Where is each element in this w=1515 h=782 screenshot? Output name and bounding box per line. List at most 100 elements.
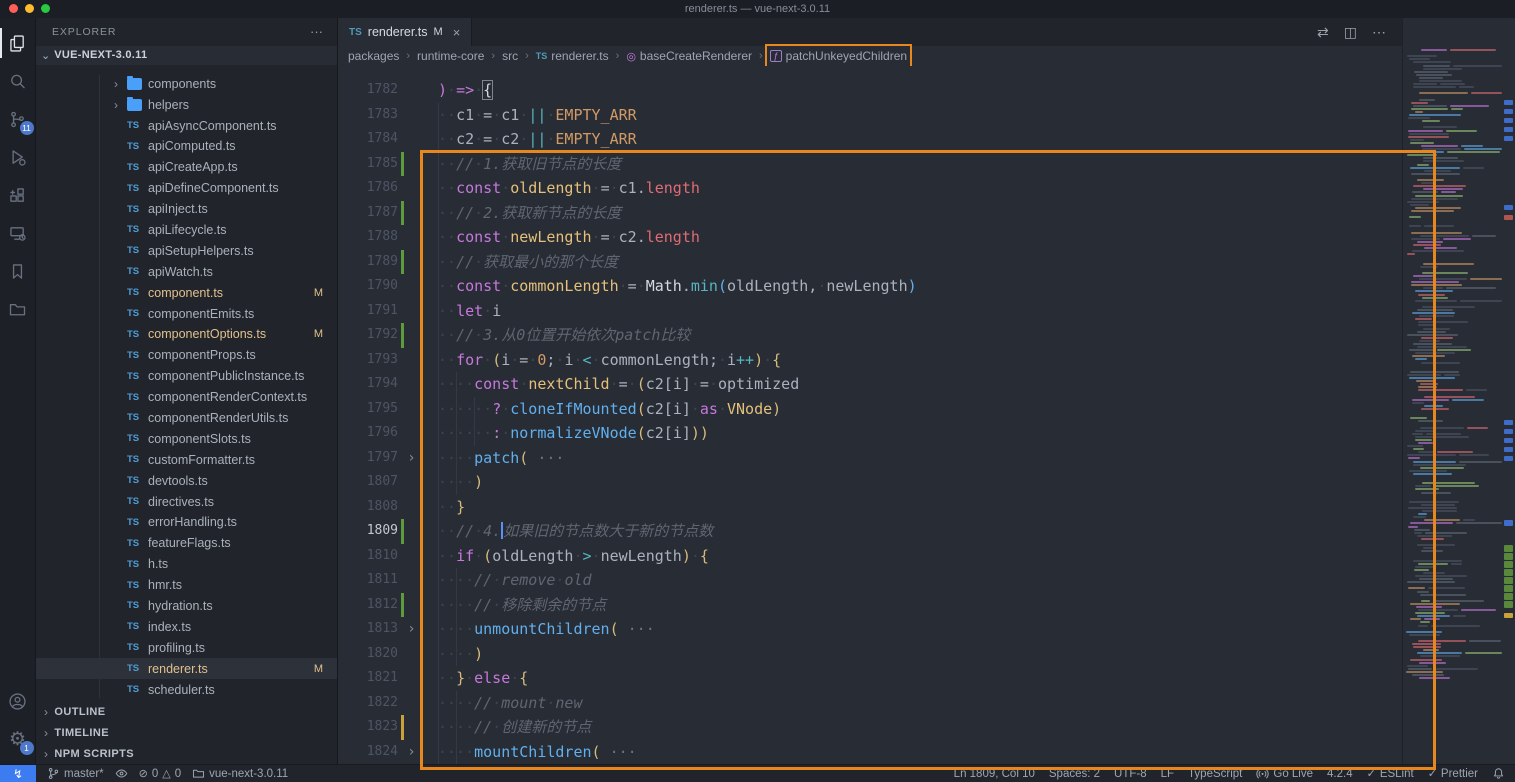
activity-settings[interactable]: ⚙1 bbox=[0, 720, 36, 758]
status-encoding[interactable]: UTF-8 bbox=[1114, 768, 1147, 780]
tree-item-componentProps.ts[interactable]: TScomponentProps.ts bbox=[36, 345, 337, 366]
tree-item-componentSlots.ts[interactable]: TScomponentSlots.ts bbox=[36, 428, 337, 449]
close-window-button[interactable] bbox=[9, 4, 18, 13]
tab-close-icon[interactable]: × bbox=[453, 25, 461, 40]
breadcrumb-runtime-core[interactable]: runtime-core bbox=[417, 49, 484, 63]
tree-item-errorHandling.ts[interactable]: TSerrorHandling.ts bbox=[36, 512, 337, 533]
tree-item-apiInject.ts[interactable]: TSapiInject.ts bbox=[36, 199, 337, 220]
tree-item-index.ts[interactable]: TSindex.ts bbox=[36, 616, 337, 637]
fold-collapsed-icon[interactable]: › bbox=[404, 740, 419, 765]
activity-run-debug[interactable] bbox=[0, 138, 36, 176]
code-line-1807[interactable]: 1807····) bbox=[338, 470, 1402, 495]
activity-search[interactable] bbox=[0, 62, 36, 100]
breadcrumb-renderer.ts[interactable]: TSrenderer.ts bbox=[536, 49, 609, 63]
code-line-1794[interactable]: 1794····const·nextChild·=·(c2[i]·=·optim… bbox=[338, 372, 1402, 397]
tree-item-components[interactable]: ›components bbox=[36, 73, 337, 94]
status-version[interactable]: 4.2.4 bbox=[1327, 768, 1353, 780]
tree-item-apiLifecycle.ts[interactable]: TSapiLifecycle.ts bbox=[36, 220, 337, 241]
breadcrumb-src[interactable]: src bbox=[502, 49, 518, 63]
code-line-1810[interactable]: 1810··if·(oldLength·>·newLength)·{ bbox=[338, 544, 1402, 569]
tree-item-componentPublicInstance.ts[interactable]: TScomponentPublicInstance.ts bbox=[36, 366, 337, 387]
status-notifications[interactable] bbox=[1492, 767, 1505, 780]
code-editor[interactable]: 1782)·=>·{1783··c1·=·c1·||·EMPTY_ARR1784… bbox=[338, 66, 1402, 764]
status-indentation[interactable]: Spaces: 2 bbox=[1049, 768, 1100, 780]
explorer-more-actions-icon[interactable]: ··· bbox=[310, 24, 323, 39]
code-line-1821[interactable]: 1821··}·else·{ bbox=[338, 666, 1402, 691]
status-prettier[interactable]: ✓Prettier bbox=[1428, 767, 1478, 780]
code-line-1785[interactable]: 1785··//·1.获取旧节点的长度 bbox=[338, 152, 1402, 177]
activity-project-manager[interactable] bbox=[0, 290, 36, 328]
code-line-1808[interactable]: 1808··} bbox=[338, 495, 1402, 520]
code-line-1791[interactable]: 1791··let·i bbox=[338, 299, 1402, 324]
tree-item-component.ts[interactable]: TScomponent.tsM bbox=[36, 282, 337, 303]
tree-item-componentRenderUtils.ts[interactable]: TScomponentRenderUtils.ts bbox=[36, 408, 337, 429]
status-eol[interactable]: LF bbox=[1161, 768, 1174, 780]
split-editor-icon[interactable]: ◫ bbox=[1344, 24, 1357, 41]
fold-collapsed-icon[interactable]: › bbox=[404, 617, 419, 642]
activity-remote-explorer[interactable] bbox=[0, 214, 36, 252]
code-line-1788[interactable]: 1788··const·newLength·=·c2.length bbox=[338, 225, 1402, 250]
code-line-1783[interactable]: 1783··c1·=·c1·||·EMPTY_ARR bbox=[338, 103, 1402, 128]
status-language-mode[interactable]: TypeScript bbox=[1188, 768, 1242, 780]
workspace-section-header[interactable]: ⌄ VUE-NEXT-3.0.11 bbox=[36, 46, 337, 66]
code-line-1822[interactable]: 1822····//·mount·new bbox=[338, 691, 1402, 716]
tree-item-h.ts[interactable]: TSh.ts bbox=[36, 554, 337, 575]
status-cursor-position[interactable]: Ln 1809, Col 10 bbox=[954, 768, 1035, 780]
tree-item-hydration.ts[interactable]: TShydration.ts bbox=[36, 596, 337, 617]
panel-npm-scripts[interactable]: ›NPM SCRIPTS bbox=[36, 743, 337, 764]
more-actions-icon[interactable]: ⋯ bbox=[1372, 24, 1386, 41]
minimap[interactable] bbox=[1402, 18, 1502, 764]
panel-timeline[interactable]: ›TIMELINE bbox=[36, 722, 337, 743]
panel-outline[interactable]: ›OUTLINE bbox=[36, 701, 337, 722]
code-line-1811[interactable]: 1811····//·remove·old bbox=[338, 568, 1402, 593]
tree-item-featureFlags.ts[interactable]: TSfeatureFlags.ts bbox=[36, 533, 337, 554]
fold-collapsed-icon[interactable]: › bbox=[404, 446, 419, 471]
activity-bookmarks[interactable] bbox=[0, 252, 36, 290]
tree-item-renderer.ts[interactable]: TSrenderer.tsM bbox=[36, 658, 337, 679]
tree-item-apiComputed.ts[interactable]: TSapiComputed.ts bbox=[36, 136, 337, 157]
code-line-1789[interactable]: 1789··//·获取最小的那个长度 bbox=[338, 250, 1402, 275]
code-line-1813[interactable]: 1813›····unmountChildren( ··· bbox=[338, 617, 1402, 642]
code-line-1784[interactable]: 1784··c2·=·c2·||·EMPTY_ARR bbox=[338, 127, 1402, 152]
code-line-1782[interactable]: 1782)·=>·{ bbox=[338, 78, 1402, 103]
tree-item-apiWatch.ts[interactable]: TSapiWatch.ts bbox=[36, 261, 337, 282]
activity-extensions[interactable] bbox=[0, 176, 36, 214]
overview-ruler[interactable] bbox=[1502, 18, 1515, 764]
code-line-1792[interactable]: 1792··//·3.从0位置开始依次patch比较 bbox=[338, 323, 1402, 348]
breadcrumb-patchUnkeyedChildren[interactable]: ƒpatchUnkeyedChildren bbox=[770, 49, 907, 63]
code-line-1809[interactable]: 1809··//·4.如果旧的节点数大于新的节点数 bbox=[338, 519, 1402, 544]
code-line-1790[interactable]: 1790··const·commonLength·=·Math.min(oldL… bbox=[338, 274, 1402, 299]
code-line-1812[interactable]: 1812····//·移除剩余的节点 bbox=[338, 593, 1402, 618]
tree-item-apiSetupHelpers.ts[interactable]: TSapiSetupHelpers.ts bbox=[36, 240, 337, 261]
code-line-1786[interactable]: 1786··const·oldLength·=·c1.length bbox=[338, 176, 1402, 201]
remote-bolt-icon[interactable]: ↯ bbox=[0, 765, 36, 782]
tree-item-componentRenderContext.ts[interactable]: TScomponentRenderContext.ts bbox=[36, 387, 337, 408]
tree-item-helpers[interactable]: ›helpers bbox=[36, 94, 337, 115]
status-go-live[interactable]: Go Live bbox=[1256, 767, 1313, 780]
tree-item-customFormatter.ts[interactable]: TScustomFormatter.ts bbox=[36, 449, 337, 470]
tree-item-apiDefineComponent.ts[interactable]: TSapiDefineComponent.ts bbox=[36, 178, 337, 199]
tree-item-hmr.ts[interactable]: TShmr.ts bbox=[36, 575, 337, 596]
status-problems[interactable]: ⊘0△0 bbox=[139, 767, 182, 780]
code-line-1796[interactable]: 1796······:·normalizeVNode(c2[i])) bbox=[338, 421, 1402, 446]
tab-renderer-ts[interactable]: TS renderer.ts M × bbox=[338, 18, 472, 46]
open-changes-icon[interactable]: ⇄ bbox=[1317, 24, 1329, 41]
breadcrumb-packages[interactable]: packages bbox=[348, 49, 399, 63]
zoom-window-button[interactable] bbox=[41, 4, 50, 13]
tree-item-componentOptions.ts[interactable]: TScomponentOptions.tsM bbox=[36, 324, 337, 345]
code-line-1820[interactable]: 1820····) bbox=[338, 642, 1402, 667]
tree-item-apiAsyncComponent.ts[interactable]: TSapiAsyncComponent.ts bbox=[36, 115, 337, 136]
code-line-1823[interactable]: 1823····//·创建新的节点 bbox=[338, 715, 1402, 740]
code-line-1795[interactable]: 1795······?·cloneIfMounted(c2[i]·as·VNod… bbox=[338, 397, 1402, 422]
activity-source-control[interactable]: 11 bbox=[0, 100, 36, 138]
code-line-1824[interactable]: 1824›····mountChildren( ··· bbox=[338, 740, 1402, 765]
minimize-window-button[interactable] bbox=[25, 4, 34, 13]
status-git-branch[interactable]: master* bbox=[47, 767, 104, 780]
tree-item-directives.ts[interactable]: TSdirectives.ts bbox=[36, 491, 337, 512]
tree-item-profiling.ts[interactable]: TSprofiling.ts bbox=[36, 637, 337, 658]
status-gitlens-eye[interactable] bbox=[115, 767, 128, 780]
tree-item-apiCreateApp.ts[interactable]: TSapiCreateApp.ts bbox=[36, 157, 337, 178]
tree-item-scheduler.ts[interactable]: TSscheduler.ts bbox=[36, 679, 337, 700]
code-line-1787[interactable]: 1787··//·2.获取新节点的长度 bbox=[338, 201, 1402, 226]
activity-account[interactable] bbox=[0, 682, 36, 720]
